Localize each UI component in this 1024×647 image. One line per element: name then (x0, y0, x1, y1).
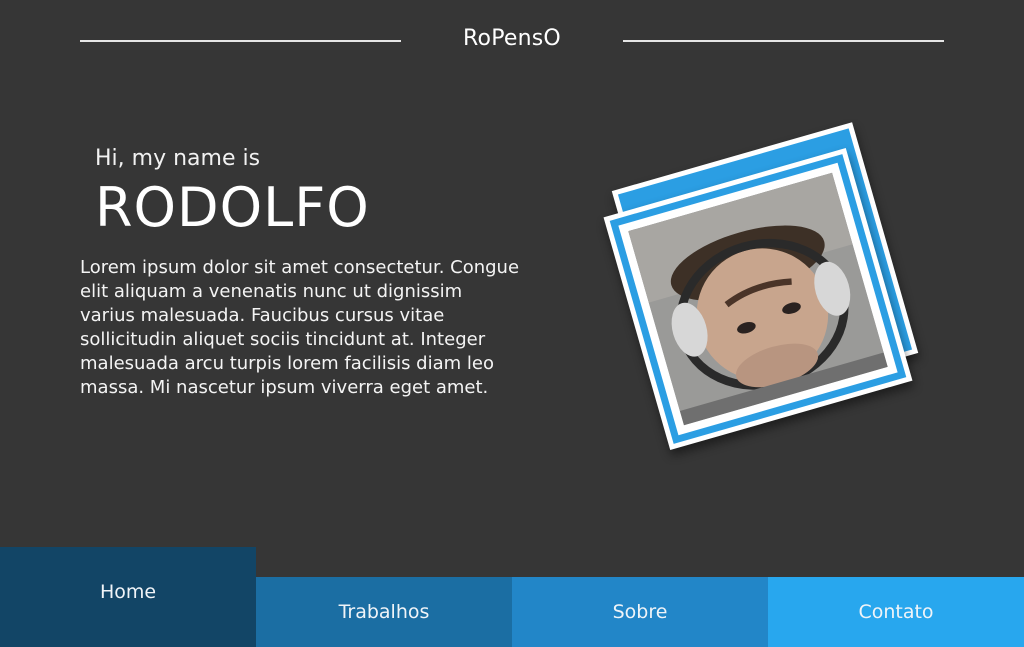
site-header: RoPensO (0, 0, 1024, 82)
nav-contato[interactable]: Contato (768, 577, 1024, 647)
hero-bio: Lorem ipsum dolor sit amet consectetur. … (80, 257, 520, 398)
bottom-nav: Home Trabalhos Sobre Contato (0, 547, 1024, 647)
hero-greeting: Hi, my name is (95, 146, 261, 171)
site-brand[interactable]: RoPensO (401, 26, 623, 51)
nav-home[interactable]: Home (0, 547, 256, 647)
nav-sobre[interactable]: Sobre (512, 577, 768, 647)
profile-photo-stack (603, 122, 930, 458)
nav-trabalhos-label: Trabalhos (338, 601, 430, 623)
hero-name: RODOLFO (95, 176, 370, 239)
header-divider-right (623, 40, 944, 42)
nav-contato-label: Contato (858, 601, 934, 623)
nav-home-label: Home (99, 581, 157, 603)
nav-sobre-label: Sobre (612, 601, 668, 623)
header-divider-left (80, 40, 401, 42)
nav-trabalhos[interactable]: Trabalhos (256, 577, 512, 647)
